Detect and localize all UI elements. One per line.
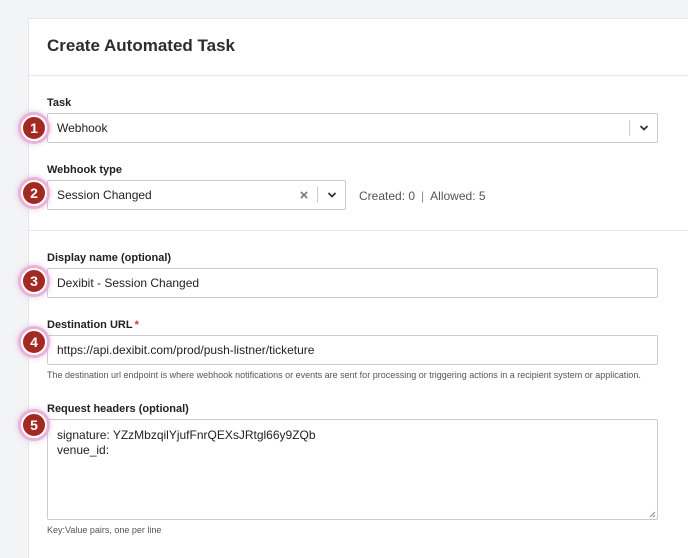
request-headers-label: Request headers (optional) [47,403,189,415]
webhook-type-label: Webhook type [47,164,122,176]
clear-x-icon[interactable]: × [295,181,313,209]
destination-url-label: Destination URL * [47,319,139,331]
dialog-title: Create Automated Task [47,36,235,55]
step-badge-1: 1 [21,115,47,141]
chevron-down-icon[interactable] [631,114,657,142]
task-select[interactable]: Webhook [47,113,658,143]
required-marker: * [134,319,139,331]
webhook-type-select[interactable]: Session Changed × [47,180,346,210]
destination-url-label-text: Destination URL [47,319,133,331]
resize-grip-icon[interactable] [649,511,656,518]
task-label: Task [47,97,72,109]
step-badge-3: 3 [21,268,47,294]
destination-url-value: https://api.dexibit.com/prod/push-listne… [57,343,315,357]
chevron-down-icon[interactable] [319,181,345,209]
divider [28,230,688,231]
select-separator [629,120,630,136]
webhook-usage: Created: 0 | Allowed: 5 [359,189,486,203]
display-name-input[interactable]: Dexibit - Session Changed [47,268,658,298]
request-headers-help: Key:Value pairs, one per line [47,525,162,535]
request-headers-textarea[interactable]: signature: YZzMbzqilYjufFnrQEXsJRtgl66y9… [47,419,658,520]
usage-separator: | [421,189,425,203]
select-separator [317,187,318,203]
step-badge-5: 5 [21,412,47,438]
display-name-value: Dexibit - Session Changed [57,276,200,290]
task-select-value: Webhook [57,121,108,135]
webhook-type-value: Session Changed [57,188,152,202]
display-name-label: Display name (optional) [47,252,172,264]
allowed-count: Allowed: 5 [430,189,486,203]
destination-url-help: The destination url endpoint is where we… [47,370,641,380]
divider [28,75,688,76]
step-badge-2: 2 [21,180,47,206]
step-badge-4: 4 [21,329,47,355]
destination-url-input[interactable]: https://api.dexibit.com/prod/push-listne… [47,335,658,365]
created-count: Created: 0 [359,189,416,203]
